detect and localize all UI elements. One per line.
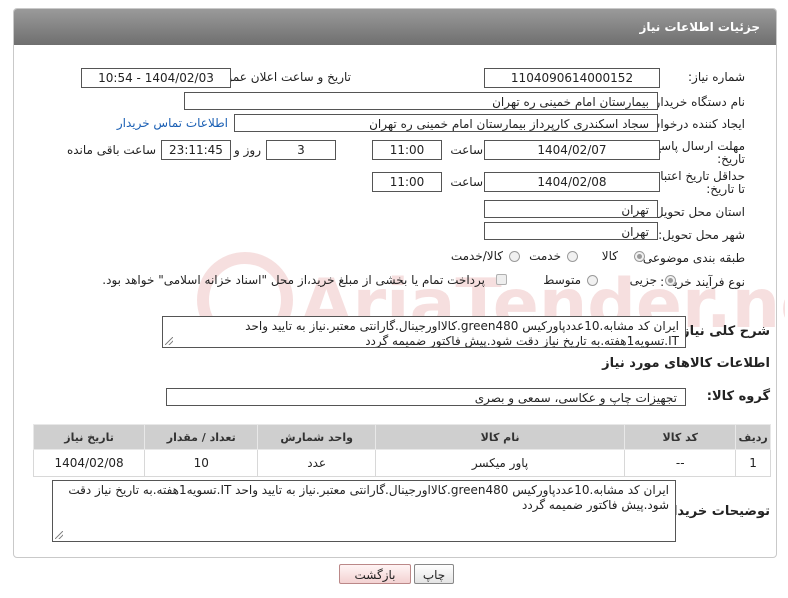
col-name: نام کالا xyxy=(374,424,626,450)
cell-unit: عدد xyxy=(257,449,376,477)
city-label: شهر محل تحویل: xyxy=(658,228,745,242)
purchase-option-minor: جزیی xyxy=(629,273,657,287)
reply-deadline-label-2: تاریخ: xyxy=(717,152,745,166)
purchase-radio-minor[interactable] xyxy=(665,275,676,286)
category-label: طبقه بندی موضوعی: xyxy=(638,251,745,265)
description-label: شرح کلی نیاز: xyxy=(676,324,770,339)
reply-time-label: ساعت xyxy=(450,143,483,157)
buyer-notes-field: ایران کد مشابه.10عددپاورکیس green480.کال… xyxy=(52,480,676,542)
price-time-label: ساعت xyxy=(450,175,483,189)
col-qty: تعداد / مقدار xyxy=(144,424,259,450)
cell-row: 1 xyxy=(735,449,771,477)
reply-date-field: 1404/02/07 xyxy=(484,140,660,160)
buyer-org-label: نام دستگاه خریدار: xyxy=(650,95,746,109)
table-row: 1 -- پاور میکسر عدد 10 1404/02/08 xyxy=(32,449,771,477)
purchase-radio-medium[interactable] xyxy=(587,275,598,286)
buyer-notes-text: ایران کد مشابه.10عددپاورکیس green480.کال… xyxy=(68,483,669,512)
purchase-option-medium: متوسط xyxy=(543,273,581,287)
resize-grip-icon[interactable] xyxy=(165,337,173,345)
panel-title: جزئیات اطلاعات نیاز xyxy=(639,20,760,34)
category-radio-goods-service[interactable] xyxy=(509,251,520,262)
col-code: کد کالا xyxy=(624,424,737,450)
description-field: ایران کد مشابه.10عددپاورکیس green480.کال… xyxy=(162,316,686,348)
need-number-label: شماره نیاز: xyxy=(688,70,745,84)
announce-field: 1404/02/03 - 10:54 xyxy=(81,68,231,88)
cell-date: 1404/02/08 xyxy=(32,449,146,477)
creator-field: سجاد اسکندری کارپرداز بیمارستان امام خمی… xyxy=(234,114,658,132)
cell-qty: 10 xyxy=(144,449,259,477)
province-field: تهران xyxy=(484,200,658,218)
price-validity-label-2: تا تاریخ: xyxy=(706,182,745,196)
col-unit: واحد شمارش xyxy=(257,424,376,450)
goods-table-header: ردیف کد کالا نام کالا واحد شمارش تعداد /… xyxy=(32,424,771,450)
goods-group-label: گروه کالا: xyxy=(706,389,770,404)
province-label: استان محل تحویل: xyxy=(650,205,745,219)
price-time-field: 11:00 xyxy=(372,172,442,192)
col-row: ردیف xyxy=(735,424,771,450)
cell-code: -- xyxy=(624,449,737,477)
category-option-goods-service: کالا/خدمت xyxy=(450,249,503,263)
buyer-org-field: بیمارستان امام خمینی ره تهران xyxy=(184,92,658,110)
treasury-checkbox[interactable] xyxy=(496,274,507,285)
reply-time-field: 11:00 xyxy=(372,140,442,160)
remaining-label: ساعت باقی مانده xyxy=(66,143,156,157)
back-button[interactable]: بازگشت xyxy=(339,564,411,584)
goods-section-title: اطلاعات کالاهای مورد نیاز xyxy=(602,356,770,371)
panel-header: جزئیات اطلاعات نیاز xyxy=(14,9,776,45)
category-option-goods: کالا xyxy=(601,249,618,263)
days-field: 3 xyxy=(266,140,336,160)
days-label: روز و xyxy=(234,143,261,157)
category-option-service: خدمت xyxy=(529,249,561,263)
resize-grip-icon[interactable] xyxy=(55,531,63,539)
cell-name: پاور میکسر xyxy=(374,449,626,477)
description-text: ایران کد مشابه.10عددپاورکیس green480.کال… xyxy=(245,319,679,348)
print-button[interactable]: چاپ xyxy=(414,564,454,584)
category-radio-service[interactable] xyxy=(567,251,578,262)
goods-table: ردیف کد کالا نام کالا واحد شمارش تعداد /… xyxy=(32,424,771,477)
buyer-contact-link[interactable]: اطلاعات تماس خریدار xyxy=(117,116,228,130)
buyer-notes-label: توضیحات خریدار: xyxy=(660,504,770,519)
goods-group-field: تجهیزات چاپ و عکاسی، سمعی و بصری xyxy=(166,388,686,406)
remaining-time-field: 23:11:45 xyxy=(161,140,231,160)
city-field: تهران xyxy=(484,222,658,240)
need-number-field: 1104090614000152 xyxy=(484,68,660,88)
col-date: تاریخ نیاز xyxy=(32,424,146,450)
category-radio-goods[interactable] xyxy=(634,251,645,262)
treasury-note: پرداخت تمام یا بخشی از مبلغ خرید،از محل … xyxy=(102,273,485,287)
price-date-field: 1404/02/08 xyxy=(484,172,660,192)
